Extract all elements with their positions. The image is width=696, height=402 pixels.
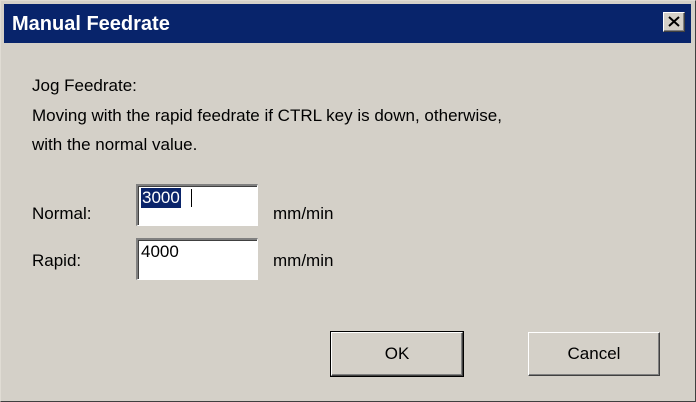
manual-feedrate-dialog: Manual Feedrate Jog Feedrate: Moving wit… [0,0,696,402]
normal-unit: mm/min [273,204,334,223]
normal-feedrate-input[interactable]: 3000 [136,184,258,226]
text-caret [191,189,192,207]
description-line-2: with the normal value. [32,135,198,154]
title-bar[interactable]: Manual Feedrate [4,4,691,43]
jog-feedrate-heading: Jog Feedrate: [32,76,137,95]
rapid-unit: mm/min [273,251,334,270]
ok-button[interactable]: OK [330,331,464,377]
rapid-label: Rapid: [32,251,82,270]
close-icon [668,16,680,27]
rapid-feedrate-value: 4000 [141,242,179,261]
close-button[interactable] [663,12,685,32]
description-line-1: Moving with the rapid feedrate if CTRL k… [32,106,502,125]
normal-label: Normal: [32,204,92,223]
window-title: Manual Feedrate [12,13,170,35]
normal-feedrate-value: 3000 [141,188,181,208]
cancel-button[interactable]: Cancel [528,332,660,376]
rapid-feedrate-input[interactable]: 4000 [136,238,258,280]
